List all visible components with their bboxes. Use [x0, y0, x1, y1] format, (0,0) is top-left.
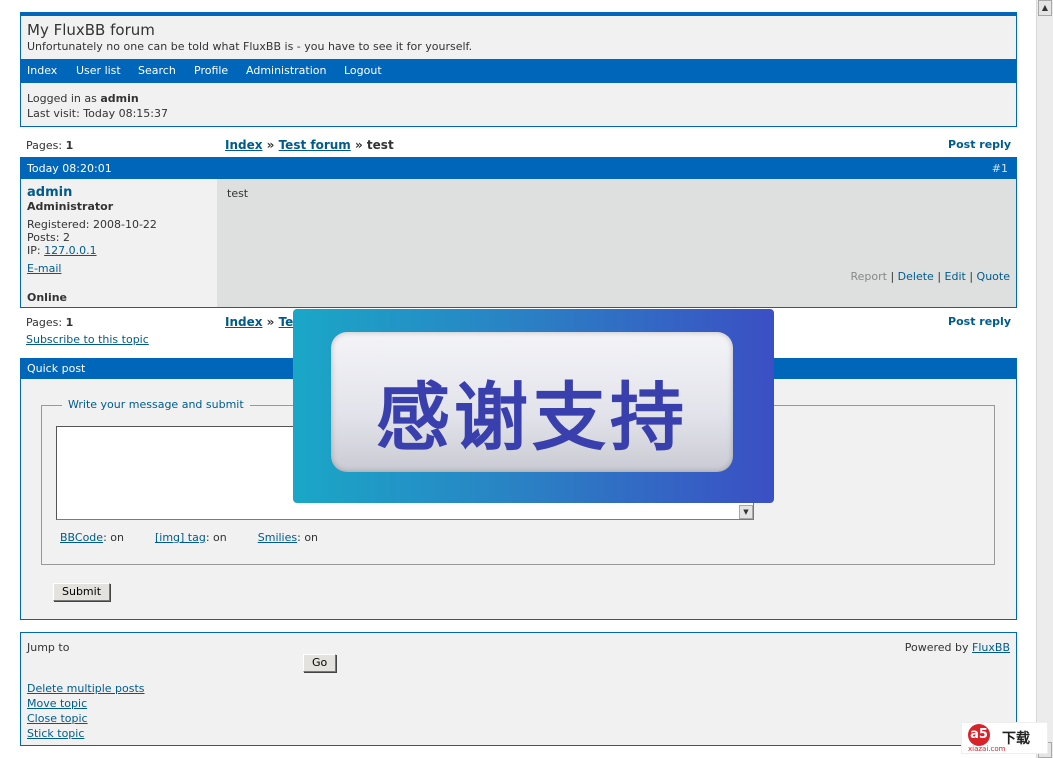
author-email: E-mail [27, 262, 62, 275]
board-description: Unfortunately no one can be told what Fl… [27, 40, 473, 53]
author-ip: IP: 127.0.0.1 [27, 244, 97, 257]
bbcode-status-line: BBCode: on [img] tag: on Smilies: on [60, 531, 318, 544]
post-header: Today 08:20:01 #1 [21, 158, 1016, 179]
textarea-scroll-down-icon[interactable]: ▼ [739, 505, 753, 519]
subscribe-link[interactable]: Subscribe to this topic [26, 333, 149, 346]
pages-label: Pages: 1 [26, 139, 73, 152]
nav-user-list[interactable]: User list [76, 64, 121, 77]
email-link[interactable]: E-mail [27, 262, 62, 275]
watermark-url: xiazai.com [968, 745, 1006, 753]
last-visit: Last visit: Today 08:15:37 [27, 107, 168, 120]
post-actions: Report | Delete | Edit | Quote [851, 270, 1011, 283]
author-name[interactable]: admin [27, 185, 72, 200]
breadcrumb-forum[interactable]: Test forum [279, 138, 351, 152]
pages-label-bottom: Pages: 1 [26, 316, 73, 329]
nav-search[interactable]: Search [138, 64, 176, 77]
post-reply-link[interactable]: Post reply [948, 138, 1011, 151]
jump-to-label: Jump to [27, 641, 70, 654]
watermark-brand-text: 下载 [1002, 731, 1030, 747]
smilies-link[interactable]: Smilies [258, 531, 297, 544]
img-tag-link[interactable]: [img] tag [155, 531, 206, 544]
forum-footer: Jump to Go Powered by FluxBB Delete mult… [20, 632, 1017, 746]
breadcrumb-separator: » [262, 138, 279, 152]
post-body: test [217, 179, 1016, 307]
close-topic-link[interactable]: Close topic [27, 712, 88, 725]
pages-text: Pages: [26, 139, 66, 152]
breadcrumb-index-bottom[interactable]: Index [225, 315, 262, 329]
breadcrumb: Index » Test forum » test [225, 138, 394, 152]
fieldset-legend: Write your message and submit [62, 398, 250, 411]
stick-topic-link[interactable]: Stick topic [27, 727, 84, 740]
post-message: test [227, 187, 249, 200]
pages-text-bottom: Pages: [26, 316, 66, 329]
breadcrumb-separator: » [350, 138, 367, 152]
nav-administration[interactable]: Administration [246, 64, 327, 77]
action-separator: | [933, 270, 945, 283]
vertical-scrollbar[interactable]: ▲ ▼ [1036, 0, 1053, 758]
nav-logout[interactable]: Logout [344, 64, 382, 77]
watermark-brand-icon: a5 [968, 724, 990, 746]
page-number-bottom: 1 [65, 316, 74, 329]
thanks-banner-plate: 感谢支持 [331, 332, 733, 472]
author-posts: Posts: 2 [27, 231, 70, 244]
breadcrumb-index[interactable]: Index [225, 138, 262, 152]
go-button[interactable]: Go [303, 654, 337, 672]
smilies-status: : on [297, 531, 319, 544]
moderator-links: Delete multiple posts Move topic Close t… [27, 681, 145, 741]
post-box: Today 08:20:01 #1 admin Administrator Re… [20, 157, 1017, 308]
nav-index[interactable]: Index [27, 64, 57, 77]
quick-post-title: Quick post [27, 362, 86, 375]
nav-profile[interactable]: Profile [194, 64, 228, 77]
ip-label: IP: [27, 244, 45, 257]
delete-multiple-posts-link[interactable]: Delete multiple posts [27, 682, 145, 695]
quote-link[interactable]: Quote [977, 270, 1010, 283]
delete-link[interactable]: Delete [898, 270, 934, 283]
post-reply-link-bottom[interactable]: Post reply [948, 315, 1011, 328]
top-pagination-bar: Pages: 1 Index » Test forum » test Post … [20, 137, 1017, 153]
ip-link[interactable]: 127.0.0.1 [44, 244, 96, 257]
bbcode-link[interactable]: BBCode [60, 531, 103, 544]
fluxbb-link[interactable]: FluxBB [972, 641, 1010, 654]
powered-by: Powered by FluxBB [905, 641, 1010, 654]
move-topic-link[interactable]: Move topic [27, 697, 87, 710]
img-tag-status: : on [205, 531, 227, 544]
board-title: My FluxBB forum [27, 21, 155, 39]
author-title: Administrator [27, 200, 114, 213]
action-separator: | [965, 270, 977, 283]
subscribe-container: Subscribe to this topic [26, 333, 149, 346]
action-separator: | [886, 270, 898, 283]
scroll-up-icon[interactable]: ▲ [1038, 0, 1052, 16]
report-link[interactable]: Report [851, 270, 887, 283]
submit-button[interactable]: Submit [53, 583, 111, 601]
breadcrumb-bottom: Index » Te [225, 315, 293, 329]
bbcode-status: : on [103, 531, 124, 544]
online-status: Online [27, 291, 68, 304]
thanks-banner: 感谢支持 [293, 309, 774, 503]
page-number: 1 [65, 139, 74, 152]
post-author-panel: admin Administrator Registered: 2008-10-… [21, 179, 217, 307]
breadcrumb-forum-bottom[interactable]: Te [279, 315, 294, 329]
powered-by-text: Powered by [904, 641, 973, 654]
edit-link[interactable]: Edit [945, 270, 966, 283]
post-date[interactable]: Today 08:20:01 [27, 162, 112, 175]
forum-header: My FluxBB forum Unfortunately no one can… [20, 12, 1017, 127]
logged-in-prefix: Logged in as [27, 92, 101, 105]
thanks-banner-text: 感谢支持 [376, 375, 688, 461]
site-watermark-logo: a5 下载 xiazai.com [961, 722, 1048, 754]
logged-in-status: Logged in as admin [27, 92, 139, 105]
breadcrumb-topic: test [366, 138, 394, 152]
post-number[interactable]: #1 [992, 162, 1008, 175]
main-navigation: Index User list Search Profile Administr… [21, 59, 1016, 83]
logged-in-username: admin [100, 92, 139, 105]
breadcrumb-separator: » [262, 315, 279, 329]
author-registered: Registered: 2008-10-22 [27, 218, 157, 231]
